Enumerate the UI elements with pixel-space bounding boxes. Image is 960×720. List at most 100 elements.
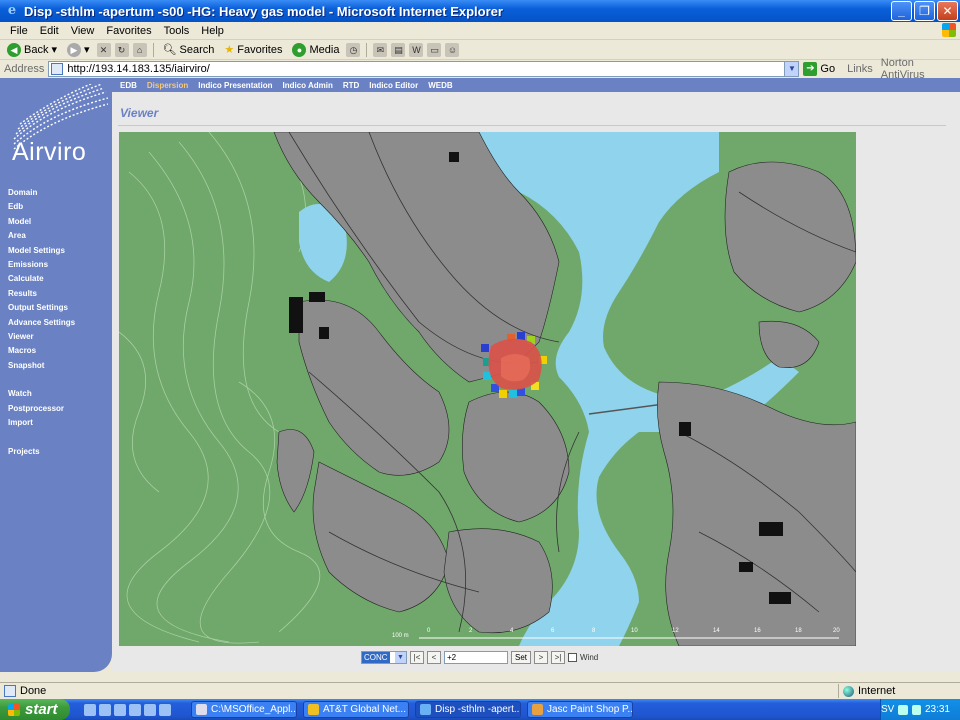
taskbar-item[interactable]: C:\MSOffice_Appl... xyxy=(191,701,297,718)
sidebar-item-calculate[interactable]: Calculate xyxy=(8,272,75,286)
previous-button[interactable]: < xyxy=(427,650,441,664)
sidebar-item-postprocessor[interactable]: Postprocessor xyxy=(8,402,75,416)
dispersion-map[interactable]: 100 m 0 2 4 6 8 10 12 14 16 18 20 xyxy=(119,132,856,646)
clock[interactable]: 23:31 xyxy=(925,704,950,715)
chevron-down-icon[interactable]: ▼ xyxy=(784,62,799,76)
word-icon[interactable]: W xyxy=(409,42,424,57)
nav-wedb[interactable]: WEDB xyxy=(428,81,452,90)
taskbar-item[interactable]: Jasc Paint Shop P... xyxy=(527,701,633,718)
status-area: Done xyxy=(4,684,46,697)
links-button[interactable]: Links xyxy=(847,63,873,75)
sidebar-item-viewer[interactable]: Viewer xyxy=(8,330,75,344)
quick-launch-icon[interactable] xyxy=(159,703,171,716)
wind-checkbox[interactable] xyxy=(568,652,577,662)
chevron-down-icon[interactable]: ▾ xyxy=(51,43,57,56)
maximize-button[interactable]: ❐ xyxy=(914,1,935,21)
address-input[interactable]: http://193.14.183.135/iairviro/ ▼ xyxy=(48,61,800,77)
home-icon[interactable]: ⌂ xyxy=(132,42,147,57)
scale-tick: 14 xyxy=(713,628,720,634)
quick-launch-icon[interactable] xyxy=(84,703,96,716)
back-button[interactable]: ◀ Back ▾ xyxy=(4,42,60,57)
scale-label: 100 m xyxy=(392,633,409,639)
window-titlebar[interactable]: e Disp -sthlm -apertum -s00 -HG: Heavy g… xyxy=(0,0,960,22)
quick-launch-icon[interactable] xyxy=(144,703,156,716)
history-icon[interactable]: ◷ xyxy=(346,42,361,57)
menu-tools[interactable]: Tools xyxy=(158,25,196,37)
quick-launch-icon[interactable] xyxy=(114,703,126,716)
next-button[interactable]: > xyxy=(534,650,548,664)
taskbar-item[interactable]: Disp -sthlm -apert... xyxy=(415,701,521,718)
first-button[interactable]: |< xyxy=(410,650,424,664)
quick-launch-icon[interactable] xyxy=(129,703,141,716)
close-button[interactable]: ✕ xyxy=(937,1,958,21)
internet-globe-icon xyxy=(843,685,854,697)
nav-indico-admin[interactable]: Indico Admin xyxy=(282,81,332,90)
sidebar-menu: Domain Edb Model Area Model Settings Emi… xyxy=(8,186,75,459)
sidebar-item-domain[interactable]: Domain xyxy=(8,186,75,200)
nav-indico-editor[interactable]: Indico Editor xyxy=(369,81,418,90)
go-button[interactable]: ➔ Go xyxy=(803,62,835,76)
step-input[interactable]: +2 xyxy=(444,650,508,664)
print-icon[interactable]: ▤ xyxy=(391,42,406,57)
media-button[interactable]: ● Media xyxy=(289,42,342,57)
sidebar-item-area[interactable]: Area xyxy=(8,229,75,243)
sidebar-item-edb[interactable]: Edb xyxy=(8,200,75,214)
sidebar-item-model-settings[interactable]: Model Settings xyxy=(8,244,75,258)
folder-icon xyxy=(196,704,207,715)
last-button[interactable]: >| xyxy=(551,650,565,664)
menu-favorites[interactable]: Favorites xyxy=(100,25,157,37)
variable-select[interactable]: CONC ▼ xyxy=(361,650,407,664)
nav-indico-presentation[interactable]: Indico Presentation xyxy=(198,81,272,90)
refresh-icon[interactable]: ↻ xyxy=(114,42,129,57)
set-button[interactable]: Set xyxy=(511,650,531,664)
sidebar-item-output-settings[interactable]: Output Settings xyxy=(8,301,75,315)
sidebar-item-macros[interactable]: Macros xyxy=(8,344,75,358)
menu-help[interactable]: Help xyxy=(195,25,230,37)
sidebar-item-emissions[interactable]: Emissions xyxy=(8,258,75,272)
paint-shop-icon xyxy=(532,704,543,715)
start-button[interactable]: start xyxy=(0,699,70,720)
sidebar-item-advance-settings[interactable]: Advance Settings xyxy=(8,316,75,330)
menu-edit[interactable]: Edit xyxy=(34,25,65,37)
scale-tick: 20 xyxy=(833,628,840,634)
menu-file[interactable]: File xyxy=(4,25,34,37)
mail-icon[interactable]: ✉ xyxy=(373,42,388,57)
menu-view[interactable]: View xyxy=(65,25,101,37)
tray-icon[interactable] xyxy=(911,704,921,715)
language-indicator[interactable]: SV xyxy=(881,704,894,715)
chevron-down-icon[interactable]: ▾ xyxy=(84,43,90,56)
notes-icon[interactable]: ▭ xyxy=(427,42,442,57)
search-icon: 🔍︎ xyxy=(162,44,177,56)
media-label: Media xyxy=(309,43,340,56)
stop-icon[interactable]: ✕ xyxy=(96,42,111,57)
favorites-button[interactable]: ★ Favorites xyxy=(221,43,285,57)
search-button[interactable]: 🔍︎ Search xyxy=(160,43,218,57)
map-canvas[interactable]: 100 m 0 2 4 6 8 10 12 14 16 18 20 xyxy=(119,132,856,646)
quick-launch-icon[interactable] xyxy=(99,703,111,716)
nav-edb[interactable]: EDB xyxy=(120,81,137,90)
sidebar-item-import[interactable]: Import xyxy=(8,416,75,430)
sidebar-item-snapshot[interactable]: Snapshot xyxy=(8,359,75,373)
page-title: Viewer xyxy=(120,106,159,120)
chevron-down-icon: ▼ xyxy=(395,651,406,663)
sidebar-item-watch[interactable]: Watch xyxy=(8,387,75,401)
window-controls: _ ❐ ✕ xyxy=(891,1,958,21)
sidebar-item-results[interactable]: Results xyxy=(8,287,75,301)
taskbar-item-label: Jasc Paint Shop P... xyxy=(547,704,633,715)
sidebar-item-projects[interactable]: Projects xyxy=(8,445,75,459)
taskbar-item-label: Disp -sthlm -apert... xyxy=(435,704,521,715)
wind-label: Wind xyxy=(580,652,599,662)
taskbar-item[interactable]: AT&T Global Net... xyxy=(303,701,409,718)
nav-rtd[interactable]: RTD xyxy=(343,81,359,90)
address-label: Address xyxy=(4,63,45,75)
quick-launch xyxy=(84,703,171,716)
messenger-icon[interactable]: ☺ xyxy=(445,42,460,57)
minimize-button[interactable]: _ xyxy=(891,1,912,21)
taskbar: start C:\MSOffice_Appl... AT&T Global Ne… xyxy=(0,699,960,720)
airviro-logo-text: Airviro xyxy=(12,138,87,166)
nav-dispersion[interactable]: Dispersion xyxy=(147,81,188,90)
forward-button[interactable]: ▶ ▾ xyxy=(64,42,93,57)
sidebar-item-model[interactable]: Model xyxy=(8,215,75,229)
tray-icon[interactable] xyxy=(898,704,908,715)
